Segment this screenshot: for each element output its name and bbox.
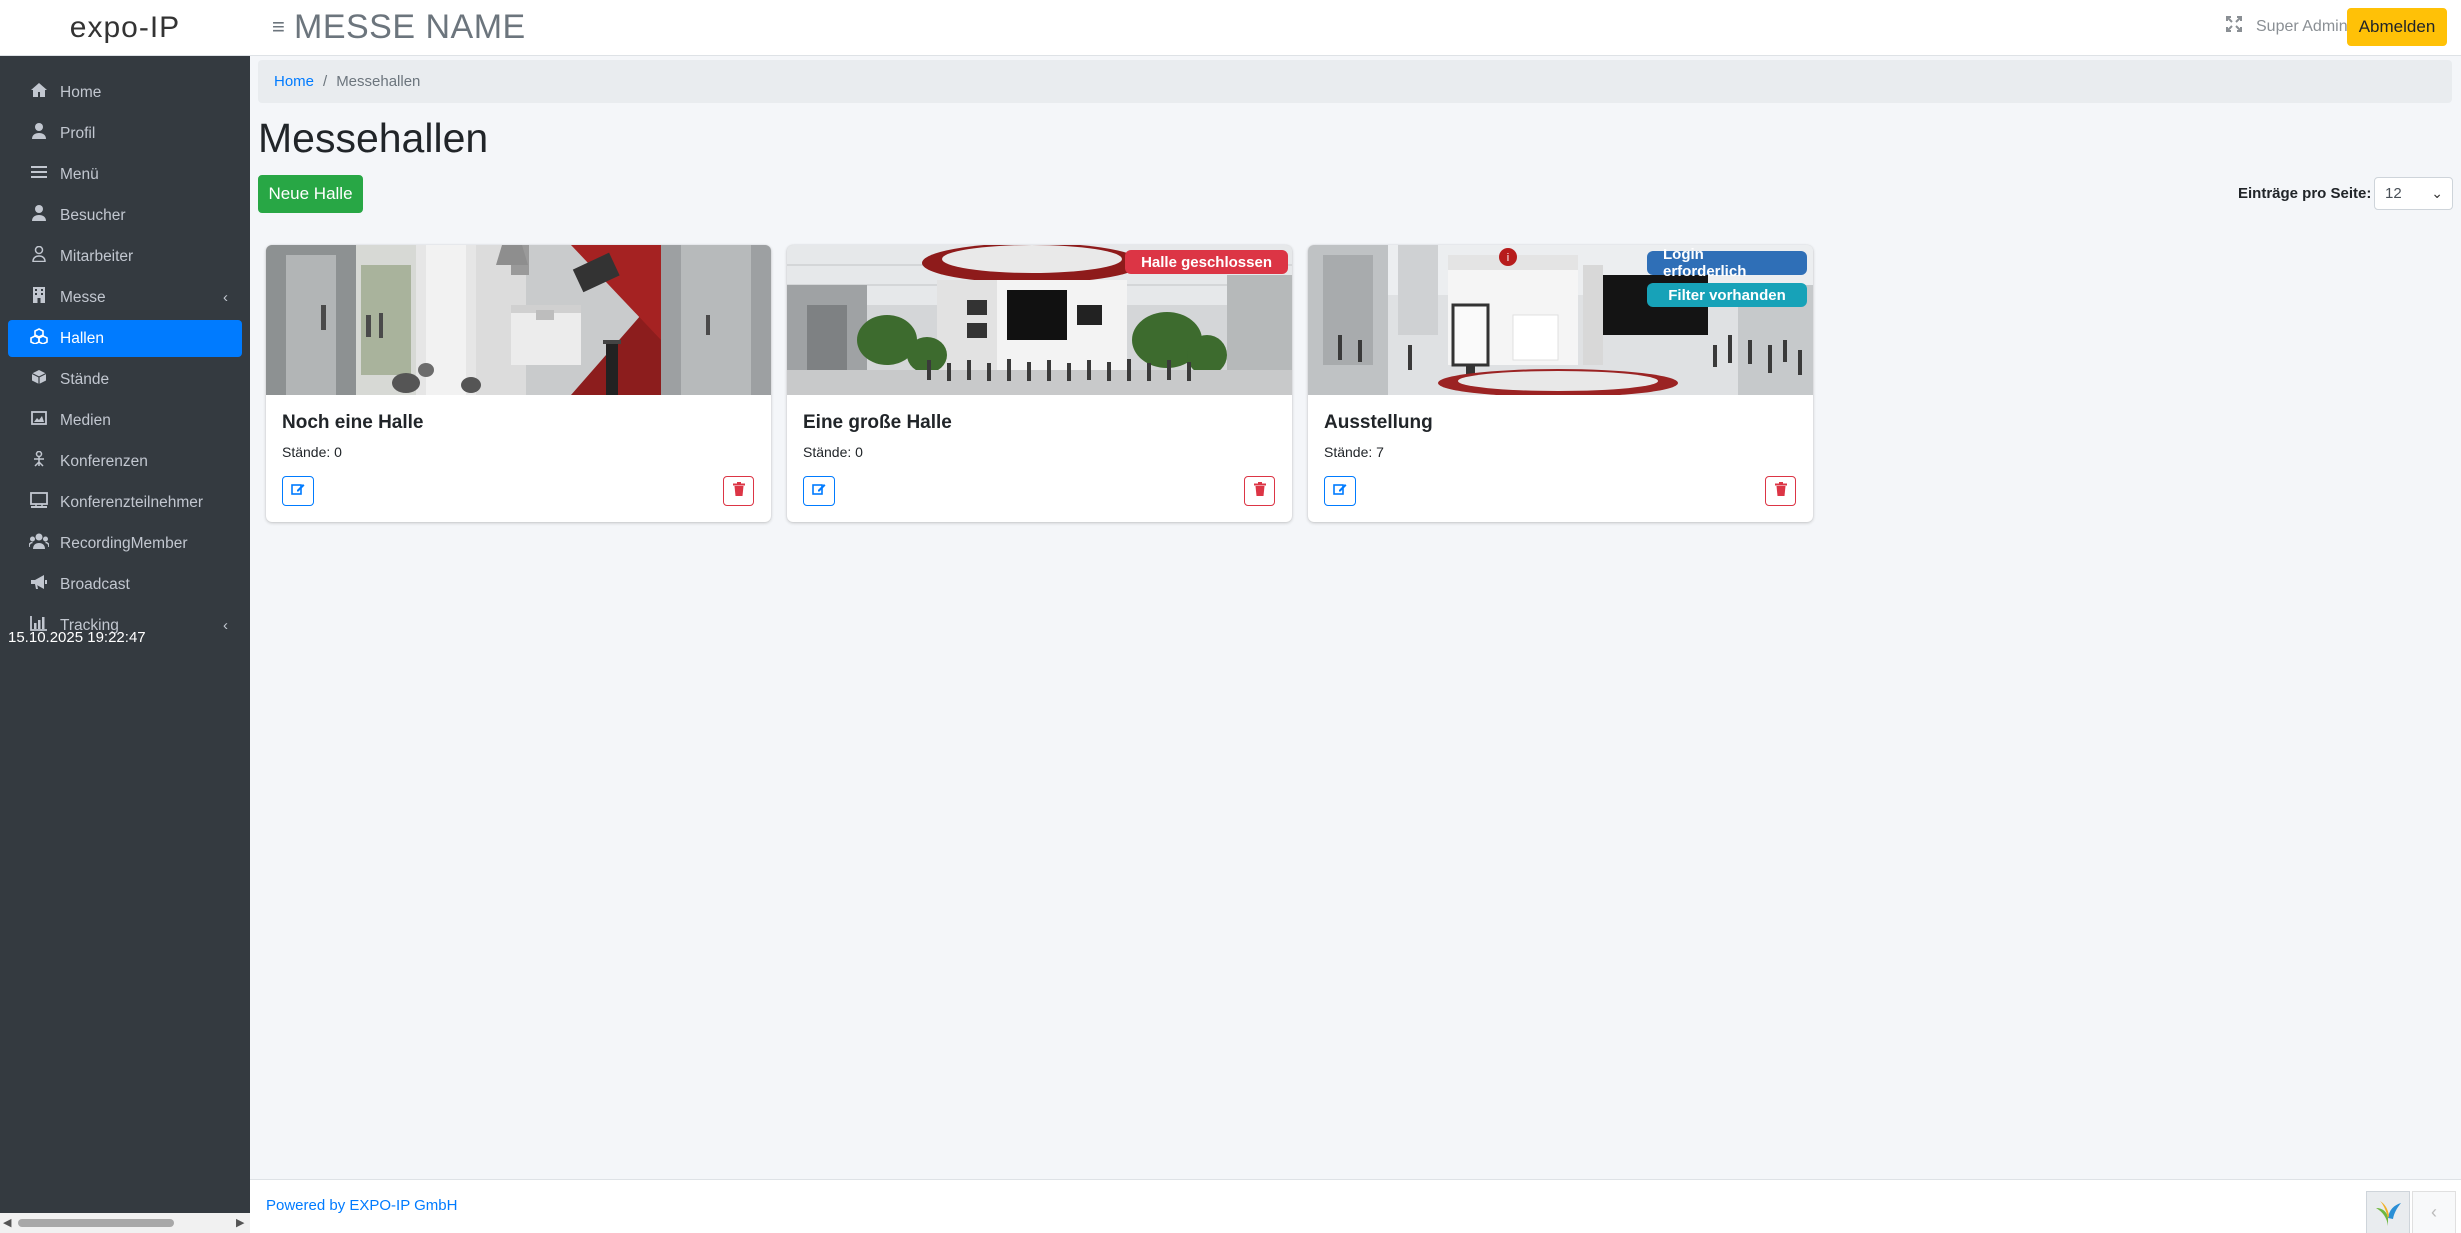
sidebar-item-profil[interactable]: Profil (8, 115, 242, 152)
sidebar-item-label: Hallen (60, 329, 104, 347)
breadcrumb-separator: / (323, 73, 328, 90)
hall-closed-badge: Halle geschlossen (1125, 250, 1288, 274)
breadcrumb-current: Messehallen (336, 73, 421, 90)
cube-icon (26, 369, 52, 390)
fullscreen-icon[interactable] (2225, 15, 2243, 39)
sidebar-item-label: Konferenzen (60, 452, 148, 470)
edit-button[interactable] (1324, 476, 1356, 506)
hall-stand-count: Stände: 0 (282, 444, 342, 460)
sidebar-item-medien[interactable]: Medien (8, 402, 242, 439)
app-title: MESSE NAME (294, 8, 526, 46)
sidebar-item-konferenzen[interactable]: Konferenzen (8, 443, 242, 480)
sidebar-item-staende[interactable]: Stände (8, 361, 242, 398)
list-icon (26, 165, 52, 184)
bullhorn-icon (26, 574, 52, 595)
sidebar-item-menu[interactable]: Menü (8, 156, 242, 193)
sidebar-item-label: Besucher (60, 206, 126, 224)
delete-button[interactable] (1244, 476, 1275, 506)
sidebar-item-label: Mitarbeiter (60, 247, 134, 265)
user-tie-icon (26, 245, 52, 267)
per-page-label: Einträge pro Seite: (2238, 185, 2372, 202)
hall-image[interactable]: Halle geschlossen (787, 245, 1292, 395)
chevron-left-icon: ‹ (223, 617, 228, 634)
sidebar-item-home[interactable]: Home (8, 74, 242, 111)
sidebar-clock: 15.10.2025 19:22:47 (8, 629, 146, 646)
cubes-icon (26, 328, 52, 349)
sidebar-item-konferenzteilnehmer[interactable]: Konferenzteilnehmer (8, 484, 242, 521)
per-page-select[interactable]: 12 ⌄ (2374, 177, 2453, 210)
sidebar-item-broadcast[interactable]: Broadcast (8, 566, 242, 603)
sidebar-item-label: Medien (60, 411, 111, 429)
sidebar-item-messe[interactable]: Messe ‹ (8, 279, 242, 316)
user-icon (26, 205, 52, 226)
sidebar-item-label: Messe (60, 288, 106, 306)
user-icon (26, 123, 52, 144)
sidebar-item-label: Menü (60, 165, 99, 183)
hall-image[interactable] (266, 245, 771, 395)
logout-button[interactable]: Abmelden (2347, 8, 2447, 46)
trash-icon (732, 481, 745, 501)
trash-icon (1253, 481, 1266, 501)
hamburger-menu-icon[interactable]: ≡ (272, 14, 285, 40)
sidebar-item-label: Profil (60, 124, 96, 142)
hall-stand-count: Stände: 7 (1324, 444, 1384, 460)
yii-debug-logo-icon[interactable] (2366, 1191, 2410, 1233)
hall-title: Eine große Halle (803, 412, 952, 433)
hall-card: Noch eine Halle Stände: 0 (266, 245, 771, 522)
sidebar-horizontal-scrollbar[interactable]: ◀ ▶ (0, 1213, 250, 1233)
filter-available-badge: Filter vorhanden (1647, 283, 1807, 307)
sidebar-item-recordingmember[interactable]: RecordingMember (8, 525, 242, 562)
delete-button[interactable] (1765, 476, 1796, 506)
sidebar-item-hallen[interactable]: Hallen (8, 320, 242, 357)
footer: Powered by EXPO-IP GmbH ‹ (250, 1179, 2461, 1233)
hall-title: Noch eine Halle (282, 412, 424, 433)
edit-button[interactable] (282, 476, 314, 506)
building-icon (26, 287, 52, 308)
scrollbar-thumb[interactable] (18, 1219, 174, 1227)
chalkboard-icon (26, 492, 52, 513)
sidebar: Home Profil Menü Besucher Mitarbeiter Me… (0, 56, 250, 1233)
users-icon (26, 533, 52, 554)
trash-icon (1774, 481, 1787, 501)
edit-icon (291, 482, 305, 501)
breadcrumb: Home / Messehallen (258, 60, 2452, 103)
svg-text:i: i (1507, 252, 1509, 264)
page-title: Messehallen (258, 115, 489, 161)
hall-card: Halle geschlossen Eine große Halle Ständ… (787, 245, 1292, 522)
hall-card: i Login erforderlich Filter vorhanden Au… (1308, 245, 1813, 522)
delete-button[interactable] (723, 476, 754, 506)
hall-title: Ausstellung (1324, 412, 1433, 433)
sidebar-item-label: Konferenzteilnehmer (60, 493, 204, 511)
scroll-right-arrow-icon[interactable]: ▶ (236, 1216, 244, 1229)
chevron-down-icon: ⌄ (2431, 185, 2443, 201)
breadcrumb-home-link[interactable]: Home (274, 73, 314, 90)
top-navbar: expo-IP ≡ MESSE NAME Super Admin Abmelde… (0, 0, 2461, 56)
login-required-badge: Login erforderlich (1647, 246, 1807, 280)
edit-icon (1333, 482, 1347, 501)
sidebar-item-mitarbeiter[interactable]: Mitarbeiter (8, 238, 242, 275)
powered-by-link[interactable]: Powered by EXPO-IP GmbH (266, 1197, 457, 1214)
chalkboard-teacher-icon (26, 450, 52, 472)
sidebar-item-label: Broadcast (60, 575, 130, 593)
debug-toolbar-toggle-icon[interactable]: ‹ (2412, 1191, 2456, 1233)
image-icon (26, 411, 52, 430)
hall-stand-count: Stände: 0 (803, 444, 863, 460)
edit-icon (812, 482, 826, 501)
chevron-left-icon: ‹ (223, 289, 228, 306)
new-hall-button[interactable]: Neue Halle (258, 175, 363, 213)
user-name[interactable]: Super Admin (2256, 18, 2348, 36)
sidebar-item-besucher[interactable]: Besucher (8, 197, 242, 234)
brand-logo[interactable]: expo-IP (0, 0, 250, 56)
sidebar-item-label: RecordingMember (60, 534, 188, 552)
home-icon (26, 82, 52, 103)
scroll-left-arrow-icon[interactable]: ◀ (3, 1216, 11, 1229)
per-page-value: 12 (2385, 185, 2402, 202)
hall-image[interactable]: i Login erforderlich Filter vorhanden (1308, 245, 1813, 395)
edit-button[interactable] (803, 476, 835, 506)
sidebar-item-label: Stände (60, 370, 110, 388)
sidebar-item-label: Home (60, 83, 102, 101)
